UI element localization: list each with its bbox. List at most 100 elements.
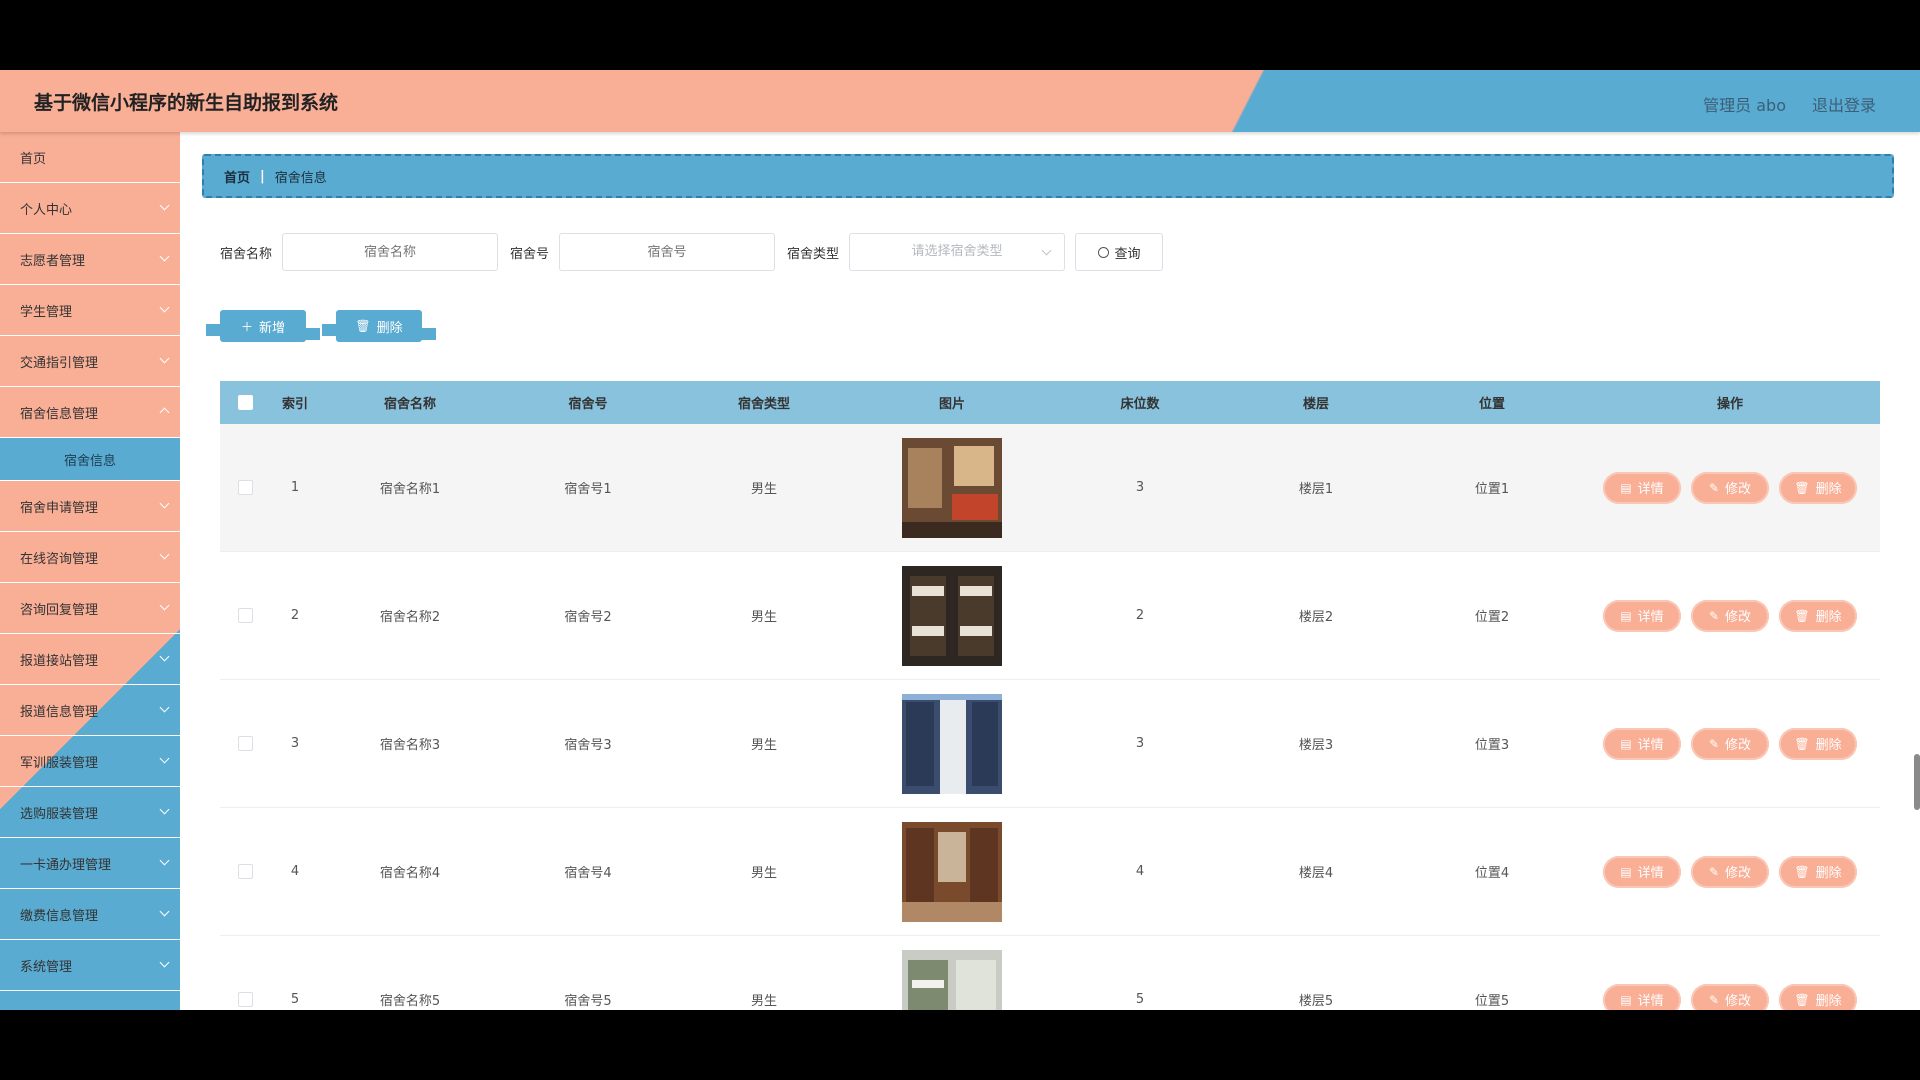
delete-button[interactable]: 🗑 删除 xyxy=(1779,855,1857,888)
sidebar-item-label: 报道信息管理 xyxy=(20,704,99,720)
pencil-icon: ✎ xyxy=(1708,480,1720,495)
detail-button[interactable]: ▤ 详情 xyxy=(1603,855,1681,888)
col-header-beds: 床位数 xyxy=(1120,397,1160,412)
chevron-down-icon xyxy=(159,200,170,211)
edit-button[interactable]: ✎ 修改 xyxy=(1691,599,1769,632)
edit-label: 修改 xyxy=(1725,866,1752,881)
row-checkbox[interactable] xyxy=(237,992,253,1007)
cell-number: 宿舍号3 xyxy=(564,738,612,753)
add-button[interactable]: ＋ 新增 xyxy=(206,310,320,342)
chevron-down-icon xyxy=(159,702,170,713)
chevron-down-icon xyxy=(159,498,170,509)
cell-location: 位置2 xyxy=(1474,610,1510,625)
row-checkbox[interactable] xyxy=(237,480,253,495)
sidebar-item-consult-reply[interactable]: 咨询回复管理 xyxy=(0,583,180,634)
row-checkbox[interactable] xyxy=(237,864,253,879)
batch-delete-button[interactable]: 🗑 删除 xyxy=(322,310,436,342)
sidebar-item-label: 咨询回复管理 xyxy=(20,602,99,618)
row-checkbox[interactable] xyxy=(237,736,253,751)
edit-button[interactable]: ✎ 修改 xyxy=(1691,855,1769,888)
query-button-label: 查询 xyxy=(1114,246,1141,262)
main-content: 首页 | 宿舍信息 宿舍名称 宿舍号 宿舍类型 请选择宿舍类型 查询 ＋ 新增 xyxy=(180,132,1920,1010)
detail-label: 详情 xyxy=(1637,610,1664,625)
dorm-type-select[interactable]: 请选择宿舍类型 xyxy=(849,233,1066,271)
col-header-floor: 楼层 xyxy=(1302,397,1329,412)
cell-type: 男生 xyxy=(750,866,777,881)
sidebar-item-system[interactable]: 系统管理 xyxy=(0,940,180,991)
table-row: 1 宿舍名称1 宿舍号1 男生 3 楼层1 位置1 ▤ 详情 ✎ 修改 🗑 删除 xyxy=(220,424,1880,552)
sidebar-item-online-consult[interactable]: 在线咨询管理 xyxy=(0,532,180,583)
sidebar-item-payment[interactable]: 缴费信息管理 xyxy=(0,889,180,940)
sidebar-item-volunteers[interactable]: 志愿者管理 xyxy=(0,234,180,285)
sidebar-item-traffic[interactable]: 交通指引管理 xyxy=(0,336,180,387)
app-window: 基于微信小程序的新生自助报到系统 管理员 abo 退出登录 首页 个人中心 志愿… xyxy=(0,70,1920,1010)
query-button[interactable]: 查询 xyxy=(1075,233,1164,271)
row-checkbox[interactable] xyxy=(237,608,253,623)
chevron-down-icon xyxy=(159,651,170,662)
table-header: 索引 宿舍名称 宿舍号 宿舍类型 图片 床位数 楼层 位置 操作 xyxy=(220,381,1880,424)
detail-button[interactable]: ▤ 详情 xyxy=(1603,599,1681,632)
add-button-label: 新增 xyxy=(259,320,286,336)
edit-button[interactable]: ✎ 修改 xyxy=(1691,727,1769,760)
delete-button[interactable]: 🗑 删除 xyxy=(1779,599,1857,632)
dorm-photo[interactable] xyxy=(902,821,1002,922)
sidebar-item-uniform[interactable]: 军训服装管理 xyxy=(0,736,180,787)
sidebar-item-report-info[interactable]: 报道信息管理 xyxy=(0,685,180,736)
trash-icon: 🗑 xyxy=(1794,608,1810,623)
cell-location: 位置3 xyxy=(1474,738,1510,753)
table-row: 5 宿舍名称5 宿舍号5 男生 5 楼层5 位置5 ▤ 详情 ✎ 修改 🗑 删除 xyxy=(220,936,1880,1010)
sidebar-item-campus-card[interactable]: 一卡通办理管理 xyxy=(0,838,180,889)
cell-type: 男生 xyxy=(750,994,777,1009)
dorm-type-placeholder: 请选择宿舍类型 xyxy=(911,244,1003,259)
vertical-scrollbar[interactable] xyxy=(1914,754,1920,810)
admin-label[interactable]: 管理员 abo xyxy=(1703,92,1786,116)
edit-button[interactable]: ✎ 修改 xyxy=(1691,471,1769,504)
search-icon xyxy=(1097,246,1109,258)
chevron-down-icon xyxy=(159,855,170,866)
sidebar-item-label: 选购服装管理 xyxy=(20,806,99,822)
cell-beds: 4 xyxy=(1135,864,1145,879)
select-all-checkbox[interactable] xyxy=(237,395,253,410)
pencil-icon: ✎ xyxy=(1708,992,1720,1007)
detail-button[interactable]: ▤ 详情 xyxy=(1603,983,1681,1010)
cell-beds: 5 xyxy=(1135,992,1145,1007)
detail-button[interactable]: ▤ 详情 xyxy=(1603,471,1681,504)
edit-label: 修改 xyxy=(1725,994,1752,1009)
sidebar-subitem-dorm-info[interactable]: 宿舍信息 xyxy=(0,438,180,481)
sidebar-item-dorm-info[interactable]: 宿舍信息管理 xyxy=(0,387,180,438)
dorm-photo[interactable] xyxy=(902,437,1002,538)
delete-button[interactable]: 🗑 删除 xyxy=(1779,727,1857,760)
cell-floor: 楼层5 xyxy=(1298,994,1334,1009)
sidebar-item-label: 学生管理 xyxy=(20,304,73,320)
dorm-number-input[interactable] xyxy=(559,233,776,271)
sidebar-item-uniform-purchase[interactable]: 选购服装管理 xyxy=(0,787,180,838)
dorm-photo[interactable] xyxy=(902,949,1002,1011)
document-icon: ▤ xyxy=(1620,992,1632,1007)
col-header-location: 位置 xyxy=(1478,397,1505,412)
delete-label: 删除 xyxy=(1815,994,1842,1009)
dorm-name-input[interactable] xyxy=(282,233,499,271)
sidebar-item-label: 在线咨询管理 xyxy=(20,551,99,567)
edit-button[interactable]: ✎ 修改 xyxy=(1691,983,1769,1010)
document-icon: ▤ xyxy=(1620,736,1632,751)
detail-button[interactable]: ▤ 详情 xyxy=(1603,727,1681,760)
breadcrumb: 首页 | 宿舍信息 xyxy=(202,154,1894,198)
trash-icon: 🗑 xyxy=(1794,736,1810,751)
dorm-photo[interactable] xyxy=(902,565,1002,666)
cell-name: 宿舍名称5 xyxy=(379,994,441,1009)
cell-type: 男生 xyxy=(750,738,777,753)
edit-label: 修改 xyxy=(1725,738,1752,753)
delete-button[interactable]: 🗑 删除 xyxy=(1779,983,1857,1010)
sidebar-item-personal-center[interactable]: 个人中心 xyxy=(0,183,180,234)
delete-button[interactable]: 🗑 删除 xyxy=(1779,471,1857,504)
sidebar-item-pickup[interactable]: 报道接站管理 xyxy=(0,634,180,685)
pencil-icon: ✎ xyxy=(1708,608,1720,623)
delete-label: 删除 xyxy=(1815,866,1842,881)
dorm-photo[interactable] xyxy=(902,693,1002,794)
sidebar-item-dorm-apply[interactable]: 宿舍申请管理 xyxy=(0,481,180,532)
sidebar-item-students[interactable]: 学生管理 xyxy=(0,285,180,336)
chevron-down-icon xyxy=(159,251,170,262)
breadcrumb-home[interactable]: 首页 xyxy=(224,167,250,186)
logout-link[interactable]: 退出登录 xyxy=(1812,92,1876,116)
sidebar-item-home[interactable]: 首页 xyxy=(0,132,180,183)
